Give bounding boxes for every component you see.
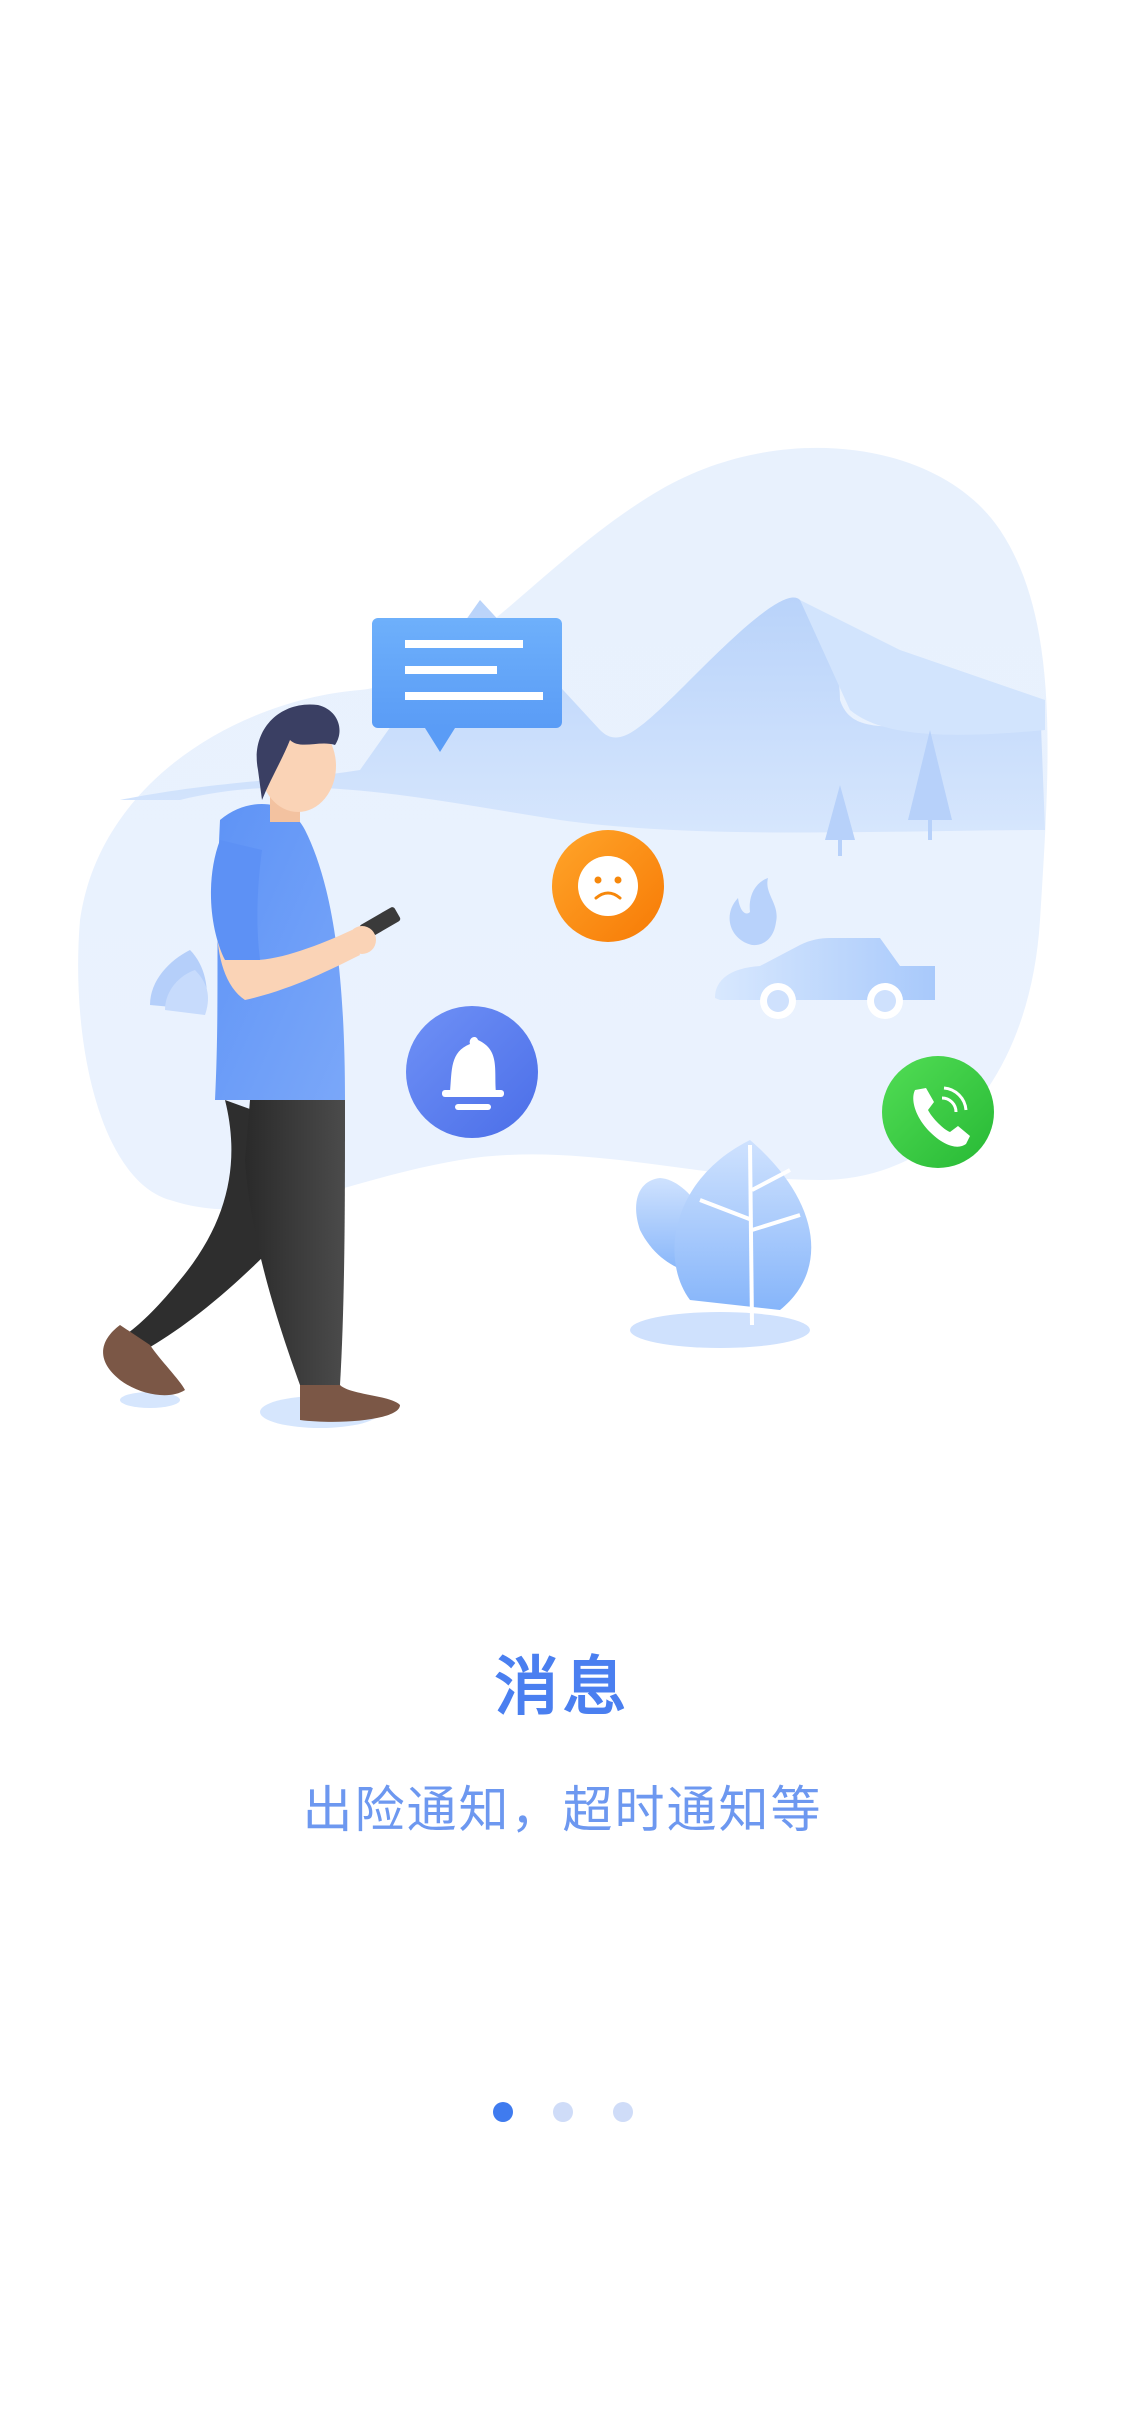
sad-face-icon bbox=[552, 830, 664, 942]
bell-icon bbox=[406, 1006, 538, 1138]
leaf-plant-icon bbox=[630, 1140, 812, 1348]
phone-icon bbox=[882, 1056, 994, 1168]
pagination-dots bbox=[0, 2102, 1125, 2122]
page-title: 消息 bbox=[494, 1651, 631, 1725]
pagination-dot-1[interactable] bbox=[492, 2102, 513, 2122]
onboarding-screen: 消息 出险通知，超时通知等 bbox=[0, 0, 1125, 2436]
pagination-dot-2[interactable] bbox=[552, 2102, 573, 2122]
pagination-dot-3[interactable] bbox=[612, 2102, 633, 2122]
page-subtitle: 出险通知，超时通知等 bbox=[302, 1781, 823, 1839]
onboarding-illustration bbox=[78, 447, 1048, 1428]
